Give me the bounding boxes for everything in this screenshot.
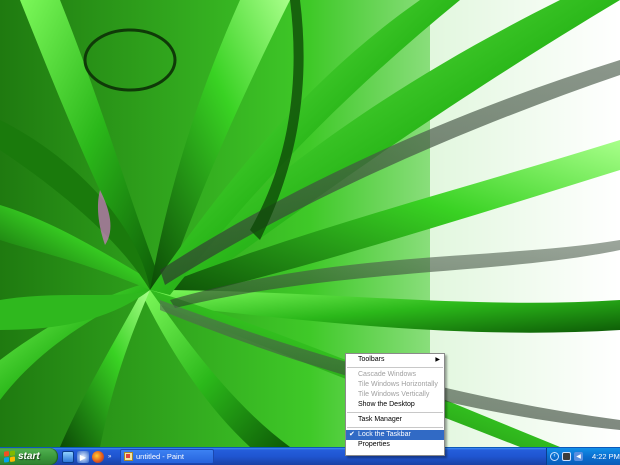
menu-separator: [347, 427, 443, 428]
tray-expand-icon[interactable]: ‹: [550, 452, 559, 461]
menu-item-label: Properties: [358, 441, 390, 448]
show-desktop-icon[interactable]: [62, 451, 74, 463]
menu-item-task-manager[interactable]: Task Manager: [346, 415, 444, 425]
taskbar: start ▶ » untitled - Paint ‹ ◀ 4:22 PM: [0, 447, 620, 465]
windows-media-player-icon[interactable]: ▶: [77, 451, 89, 463]
menu-item-show-desktop[interactable]: Show the Desktop: [346, 400, 444, 410]
menu-item-toolbars[interactable]: Toolbars ▶: [346, 355, 444, 365]
desktop-wallpaper: [0, 0, 620, 447]
menu-item-lock-taskbar[interactable]: ✔ Lock the Taskbar: [346, 430, 444, 440]
taskbar-button-paint[interactable]: untitled - Paint: [120, 449, 214, 464]
menu-separator: [347, 367, 443, 368]
clock[interactable]: 4:22 PM: [592, 452, 620, 461]
windows-flag-icon: [4, 450, 15, 463]
menu-item-label: Lock the Taskbar: [358, 431, 411, 438]
menu-item-label: Show the Desktop: [358, 401, 415, 408]
submenu-arrow-icon: ▶: [435, 357, 440, 363]
quick-launch-chevron-icon[interactable]: »: [108, 454, 111, 460]
menu-item-label: Task Manager: [358, 416, 402, 423]
menu-item-label: Cascade Windows: [358, 371, 416, 378]
wallpaper-art: [0, 0, 620, 447]
start-label: start: [18, 451, 40, 462]
taskbar-button-label: untitled - Paint: [136, 452, 184, 461]
paint-icon: [124, 452, 133, 461]
menu-item-properties[interactable]: Properties: [346, 440, 444, 450]
quick-launch: ▶ »: [62, 450, 111, 464]
menu-separator: [347, 412, 443, 413]
volume-icon[interactable]: ◀: [574, 452, 583, 461]
menu-item-cascade-windows: Cascade Windows: [346, 370, 444, 380]
system-tray: ‹ ◀ 4:22 PM: [546, 448, 620, 465]
taskbar-context-menu: Toolbars ▶ Cascade Windows Tile Windows …: [345, 353, 445, 456]
checkmark-icon: ✔: [349, 431, 355, 438]
menu-item-label: Tile Windows Horizontally: [358, 381, 438, 388]
menu-item-tile-horizontally: Tile Windows Horizontally: [346, 380, 444, 390]
network-icon[interactable]: [562, 452, 571, 461]
start-button[interactable]: start: [0, 448, 58, 465]
menu-item-label: Toolbars: [358, 356, 385, 363]
firefox-icon[interactable]: [92, 451, 104, 463]
menu-item-label: Tile Windows Vertically: [358, 391, 430, 398]
menu-item-tile-vertically: Tile Windows Vertically: [346, 390, 444, 400]
